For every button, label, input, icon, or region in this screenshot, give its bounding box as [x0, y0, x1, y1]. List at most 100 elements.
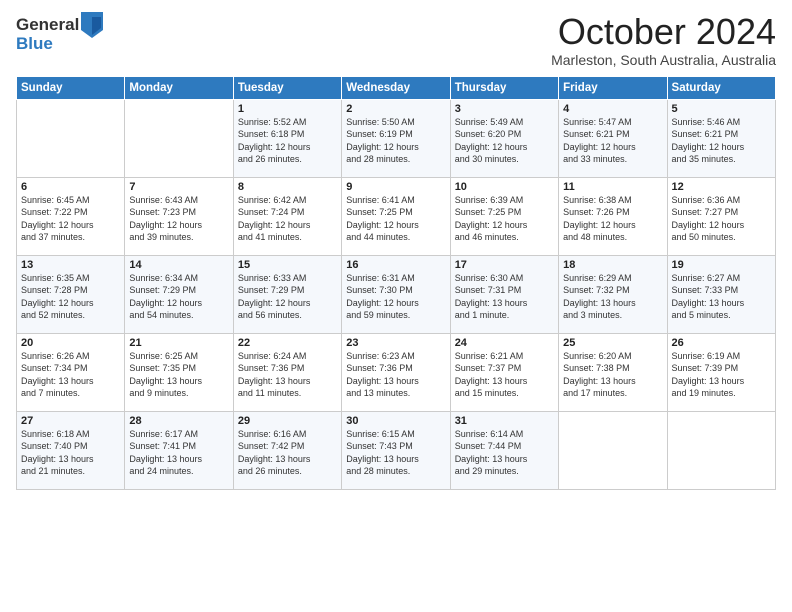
day-number: 21 [129, 337, 228, 349]
calendar-cell: 25Sunrise: 6:20 AMSunset: 7:38 PMDayligh… [559, 333, 667, 411]
day-number: 15 [238, 259, 337, 271]
calendar-week-row: 6Sunrise: 6:45 AMSunset: 7:22 PMDaylight… [17, 177, 776, 255]
calendar-week-row: 1Sunrise: 5:52 AMSunset: 6:18 PMDaylight… [17, 99, 776, 177]
logo-general-text: General [16, 15, 79, 35]
location-title: Marleston, South Australia, Australia [551, 52, 776, 68]
calendar-cell: 22Sunrise: 6:24 AMSunset: 7:36 PMDayligh… [233, 333, 341, 411]
calendar-cell: 3Sunrise: 5:49 AMSunset: 6:20 PMDaylight… [450, 99, 558, 177]
day-detail: Sunrise: 6:24 AMSunset: 7:36 PMDaylight:… [238, 350, 337, 400]
day-detail: Sunrise: 6:34 AMSunset: 7:29 PMDaylight:… [129, 272, 228, 322]
calendar-cell [559, 411, 667, 489]
day-detail: Sunrise: 6:42 AMSunset: 7:24 PMDaylight:… [238, 194, 337, 244]
day-detail: Sunrise: 5:50 AMSunset: 6:19 PMDaylight:… [346, 116, 445, 166]
weekday-header-friday: Friday [559, 76, 667, 99]
weekday-header-wednesday: Wednesday [342, 76, 450, 99]
day-detail: Sunrise: 6:26 AMSunset: 7:34 PMDaylight:… [21, 350, 120, 400]
day-number: 9 [346, 181, 445, 193]
logo-blue-text: Blue [16, 34, 53, 54]
calendar-cell: 4Sunrise: 5:47 AMSunset: 6:21 PMDaylight… [559, 99, 667, 177]
weekday-header-monday: Monday [125, 76, 233, 99]
day-detail: Sunrise: 6:30 AMSunset: 7:31 PMDaylight:… [455, 272, 554, 322]
day-detail: Sunrise: 6:39 AMSunset: 7:25 PMDaylight:… [455, 194, 554, 244]
day-detail: Sunrise: 5:46 AMSunset: 6:21 PMDaylight:… [672, 116, 771, 166]
calendar-cell: 28Sunrise: 6:17 AMSunset: 7:41 PMDayligh… [125, 411, 233, 489]
day-number: 18 [563, 259, 662, 271]
logo: General Blue [16, 12, 105, 54]
day-number: 25 [563, 337, 662, 349]
weekday-header-tuesday: Tuesday [233, 76, 341, 99]
weekday-header-saturday: Saturday [667, 76, 775, 99]
day-detail: Sunrise: 6:20 AMSunset: 7:38 PMDaylight:… [563, 350, 662, 400]
day-detail: Sunrise: 6:14 AMSunset: 7:44 PMDaylight:… [455, 428, 554, 478]
day-detail: Sunrise: 6:41 AMSunset: 7:25 PMDaylight:… [346, 194, 445, 244]
calendar-cell: 16Sunrise: 6:31 AMSunset: 7:30 PMDayligh… [342, 255, 450, 333]
day-number: 26 [672, 337, 771, 349]
calendar-cell: 13Sunrise: 6:35 AMSunset: 7:28 PMDayligh… [17, 255, 125, 333]
logo-icon [81, 12, 103, 38]
day-number: 16 [346, 259, 445, 271]
day-number: 29 [238, 415, 337, 427]
day-number: 24 [455, 337, 554, 349]
calendar-cell: 12Sunrise: 6:36 AMSunset: 7:27 PMDayligh… [667, 177, 775, 255]
day-detail: Sunrise: 6:27 AMSunset: 7:33 PMDaylight:… [672, 272, 771, 322]
calendar-cell: 8Sunrise: 6:42 AMSunset: 7:24 PMDaylight… [233, 177, 341, 255]
day-number: 3 [455, 103, 554, 115]
weekday-header-thursday: Thursday [450, 76, 558, 99]
day-number: 27 [21, 415, 120, 427]
day-detail: Sunrise: 6:31 AMSunset: 7:30 PMDaylight:… [346, 272, 445, 322]
calendar-cell: 19Sunrise: 6:27 AMSunset: 7:33 PMDayligh… [667, 255, 775, 333]
calendar-cell: 20Sunrise: 6:26 AMSunset: 7:34 PMDayligh… [17, 333, 125, 411]
day-number: 7 [129, 181, 228, 193]
weekday-header-sunday: Sunday [17, 76, 125, 99]
day-number: 2 [346, 103, 445, 115]
day-detail: Sunrise: 5:47 AMSunset: 6:21 PMDaylight:… [563, 116, 662, 166]
day-number: 17 [455, 259, 554, 271]
day-detail: Sunrise: 6:17 AMSunset: 7:41 PMDaylight:… [129, 428, 228, 478]
day-number: 1 [238, 103, 337, 115]
calendar-cell [667, 411, 775, 489]
day-detail: Sunrise: 6:43 AMSunset: 7:23 PMDaylight:… [129, 194, 228, 244]
day-number: 31 [455, 415, 554, 427]
day-number: 12 [672, 181, 771, 193]
calendar-cell: 18Sunrise: 6:29 AMSunset: 7:32 PMDayligh… [559, 255, 667, 333]
day-number: 13 [21, 259, 120, 271]
month-title: October 2024 [551, 12, 776, 52]
day-detail: Sunrise: 6:35 AMSunset: 7:28 PMDaylight:… [21, 272, 120, 322]
day-detail: Sunrise: 6:15 AMSunset: 7:43 PMDaylight:… [346, 428, 445, 478]
day-number: 4 [563, 103, 662, 115]
day-detail: Sunrise: 6:19 AMSunset: 7:39 PMDaylight:… [672, 350, 771, 400]
day-detail: Sunrise: 6:21 AMSunset: 7:37 PMDaylight:… [455, 350, 554, 400]
calendar-week-row: 13Sunrise: 6:35 AMSunset: 7:28 PMDayligh… [17, 255, 776, 333]
day-detail: Sunrise: 6:18 AMSunset: 7:40 PMDaylight:… [21, 428, 120, 478]
day-number: 10 [455, 181, 554, 193]
calendar-cell: 15Sunrise: 6:33 AMSunset: 7:29 PMDayligh… [233, 255, 341, 333]
calendar-cell [17, 99, 125, 177]
day-detail: Sunrise: 5:49 AMSunset: 6:20 PMDaylight:… [455, 116, 554, 166]
day-number: 28 [129, 415, 228, 427]
day-detail: Sunrise: 6:16 AMSunset: 7:42 PMDaylight:… [238, 428, 337, 478]
calendar-cell: 5Sunrise: 5:46 AMSunset: 6:21 PMDaylight… [667, 99, 775, 177]
day-detail: Sunrise: 6:33 AMSunset: 7:29 PMDaylight:… [238, 272, 337, 322]
day-number: 8 [238, 181, 337, 193]
day-detail: Sunrise: 6:29 AMSunset: 7:32 PMDaylight:… [563, 272, 662, 322]
calendar-cell: 29Sunrise: 6:16 AMSunset: 7:42 PMDayligh… [233, 411, 341, 489]
day-detail: Sunrise: 5:52 AMSunset: 6:18 PMDaylight:… [238, 116, 337, 166]
calendar-cell: 9Sunrise: 6:41 AMSunset: 7:25 PMDaylight… [342, 177, 450, 255]
calendar-cell: 21Sunrise: 6:25 AMSunset: 7:35 PMDayligh… [125, 333, 233, 411]
calendar-cell: 1Sunrise: 5:52 AMSunset: 6:18 PMDaylight… [233, 99, 341, 177]
calendar-week-row: 20Sunrise: 6:26 AMSunset: 7:34 PMDayligh… [17, 333, 776, 411]
day-number: 22 [238, 337, 337, 349]
day-number: 6 [21, 181, 120, 193]
calendar-cell: 14Sunrise: 6:34 AMSunset: 7:29 PMDayligh… [125, 255, 233, 333]
calendar-cell: 31Sunrise: 6:14 AMSunset: 7:44 PMDayligh… [450, 411, 558, 489]
day-number: 23 [346, 337, 445, 349]
calendar-cell: 24Sunrise: 6:21 AMSunset: 7:37 PMDayligh… [450, 333, 558, 411]
calendar-cell: 23Sunrise: 6:23 AMSunset: 7:36 PMDayligh… [342, 333, 450, 411]
calendar-cell: 2Sunrise: 5:50 AMSunset: 6:19 PMDaylight… [342, 99, 450, 177]
day-number: 30 [346, 415, 445, 427]
calendar-cell: 7Sunrise: 6:43 AMSunset: 7:23 PMDaylight… [125, 177, 233, 255]
day-detail: Sunrise: 6:25 AMSunset: 7:35 PMDaylight:… [129, 350, 228, 400]
header-section: General Blue October 2024 Marleston, Sou… [16, 12, 776, 68]
day-number: 14 [129, 259, 228, 271]
day-detail: Sunrise: 6:36 AMSunset: 7:27 PMDaylight:… [672, 194, 771, 244]
